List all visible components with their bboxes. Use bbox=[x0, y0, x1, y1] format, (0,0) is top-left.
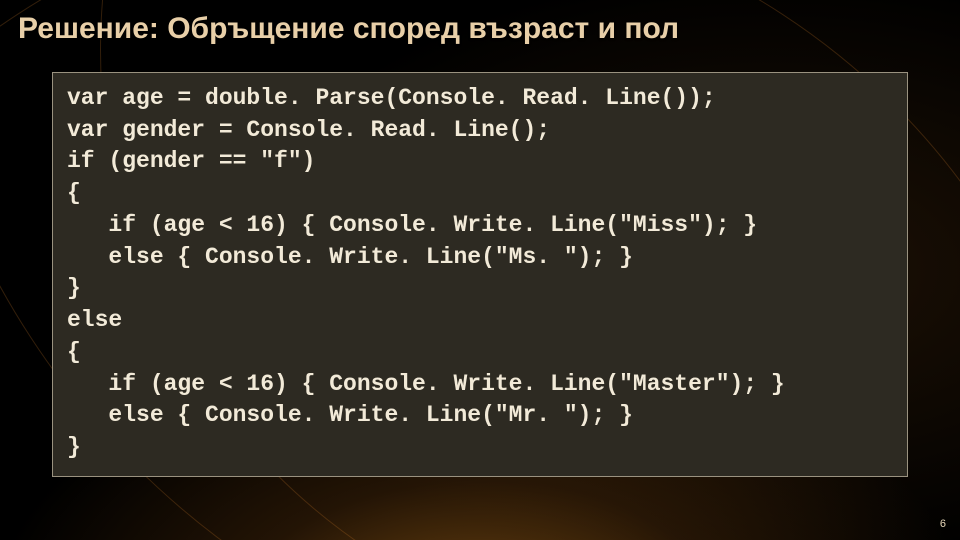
page-number: 6 bbox=[940, 518, 946, 530]
code-line: } bbox=[67, 275, 81, 301]
code-line: { bbox=[67, 339, 81, 365]
code-line: { bbox=[67, 180, 81, 206]
code-line: } bbox=[67, 434, 81, 460]
code-line: if (age < 16) { Console. Write. Line("Ma… bbox=[67, 371, 785, 397]
code-line: if (gender == "f") bbox=[67, 148, 315, 174]
code-line: else { Console. Write. Line("Ms. "); } bbox=[67, 244, 633, 270]
code-line: else bbox=[67, 307, 122, 333]
code-line: var gender = Console. Read. Line(); bbox=[67, 117, 550, 143]
code-block: var age = double. Parse(Console. Read. L… bbox=[52, 72, 908, 477]
code-line: var age = double. Parse(Console. Read. L… bbox=[67, 85, 716, 111]
code-line: if (age < 16) { Console. Write. Line("Mi… bbox=[67, 212, 757, 238]
slide-title: Решение: Обръщение според възраст и пол bbox=[18, 12, 679, 46]
code-content: var age = double. Parse(Console. Read. L… bbox=[67, 83, 893, 464]
code-line: else { Console. Write. Line("Mr. "); } bbox=[67, 402, 633, 428]
